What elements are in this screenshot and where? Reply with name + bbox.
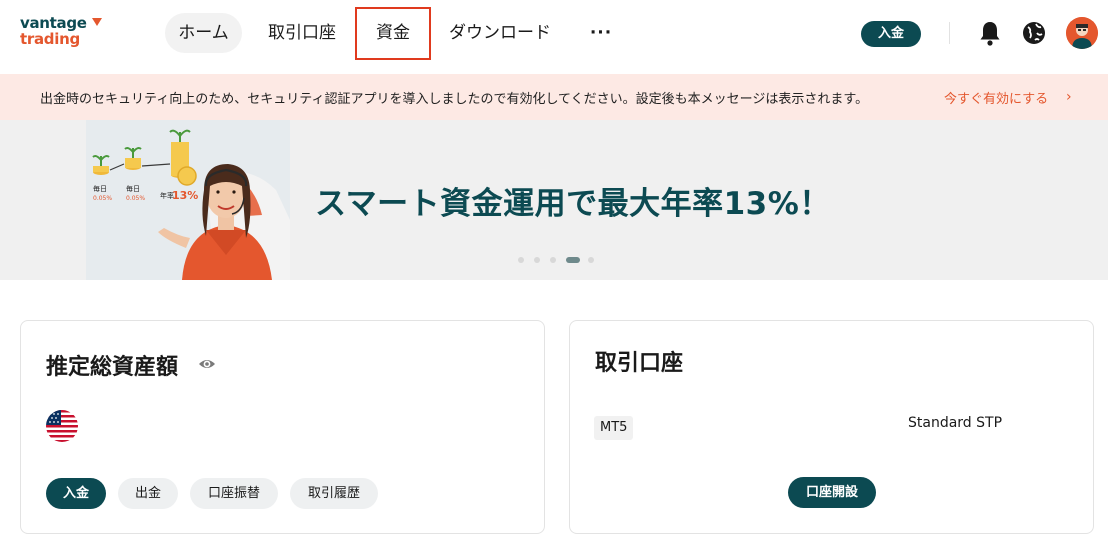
open-account-button[interactable]: 口座開設	[788, 477, 876, 508]
logo-triangle-icon	[92, 18, 102, 26]
carousel-dot[interactable]	[534, 257, 540, 263]
carousel-dot-active[interactable]	[566, 257, 580, 263]
header-deposit-button[interactable]: 入金	[861, 21, 921, 47]
eye-icon[interactable]	[198, 355, 216, 373]
img-rate-3: 13%	[172, 189, 198, 202]
nav-download[interactable]: ダウンロード	[440, 13, 560, 53]
nav-more-button[interactable]: ···	[586, 13, 616, 53]
assets-card-title: 推定総資産額	[46, 355, 179, 380]
promo-image: 毎日 0.05% 毎日 0.05% 年率 13%	[86, 120, 290, 280]
header-divider	[949, 22, 950, 44]
globe-icon[interactable]	[1021, 19, 1047, 47]
logo-line-2: trading	[20, 30, 80, 48]
promo-title: スマート資金運用で最大年率13%！	[315, 186, 831, 222]
us-flag-icon[interactable]	[46, 410, 78, 442]
nav-funds[interactable]: 資金	[355, 7, 431, 60]
top-header: vantage trading ホーム 取引口座 資金 ダウンロード ··· 入…	[0, 0, 1108, 74]
promo-carousel[interactable]: 毎日 0.05% 毎日 0.05% 年率 13% スマート資金運用で最大年率13…	[0, 120, 1108, 280]
estimated-assets-card: 推定総資産額 入金 出金 口座振替 取引履歴	[20, 320, 545, 534]
carousel-dot[interactable]	[550, 257, 556, 263]
accounts-card-title: 取引口座	[595, 351, 684, 376]
nav-home[interactable]: ホーム	[165, 13, 242, 53]
img-label-2: 毎日	[126, 184, 140, 193]
bell-icon[interactable]	[977, 19, 1003, 47]
img-rate-2: 0.05%	[126, 195, 145, 202]
trade-history-button[interactable]: 取引履歴	[290, 478, 378, 509]
vantage-logo[interactable]: vantage trading	[20, 16, 110, 52]
enable-now-link[interactable]: 今すぐ有効にする	[944, 88, 1048, 107]
withdraw-button[interactable]: 出金	[118, 478, 178, 509]
img-label-1: 毎日	[93, 184, 107, 193]
carousel-dot[interactable]	[518, 257, 524, 263]
platform-badge: MT5	[594, 416, 634, 440]
transfer-button[interactable]: 口座振替	[190, 478, 278, 509]
carousel-dot[interactable]	[588, 257, 594, 263]
avatar[interactable]	[1066, 17, 1098, 49]
trading-accounts-card: 取引口座 MT5 Standard STP 口座開設	[569, 320, 1094, 534]
account-type-label: Standard STP	[908, 415, 1003, 431]
alert-message: 出金時のセキュリティ向上のため、セキュリティ認証アプリを導入しましたので有効化し…	[40, 92, 869, 107]
security-alert-banner: 出金時のセキュリティ向上のため、セキュリティ認証アプリを導入しましたので有効化し…	[0, 74, 1108, 120]
nav-trading-accounts[interactable]: 取引口座	[262, 13, 342, 53]
chevron-right-icon[interactable]: ›	[1066, 89, 1072, 105]
img-rate-1: 0.05%	[93, 195, 112, 202]
deposit-button[interactable]: 入金	[46, 478, 106, 509]
